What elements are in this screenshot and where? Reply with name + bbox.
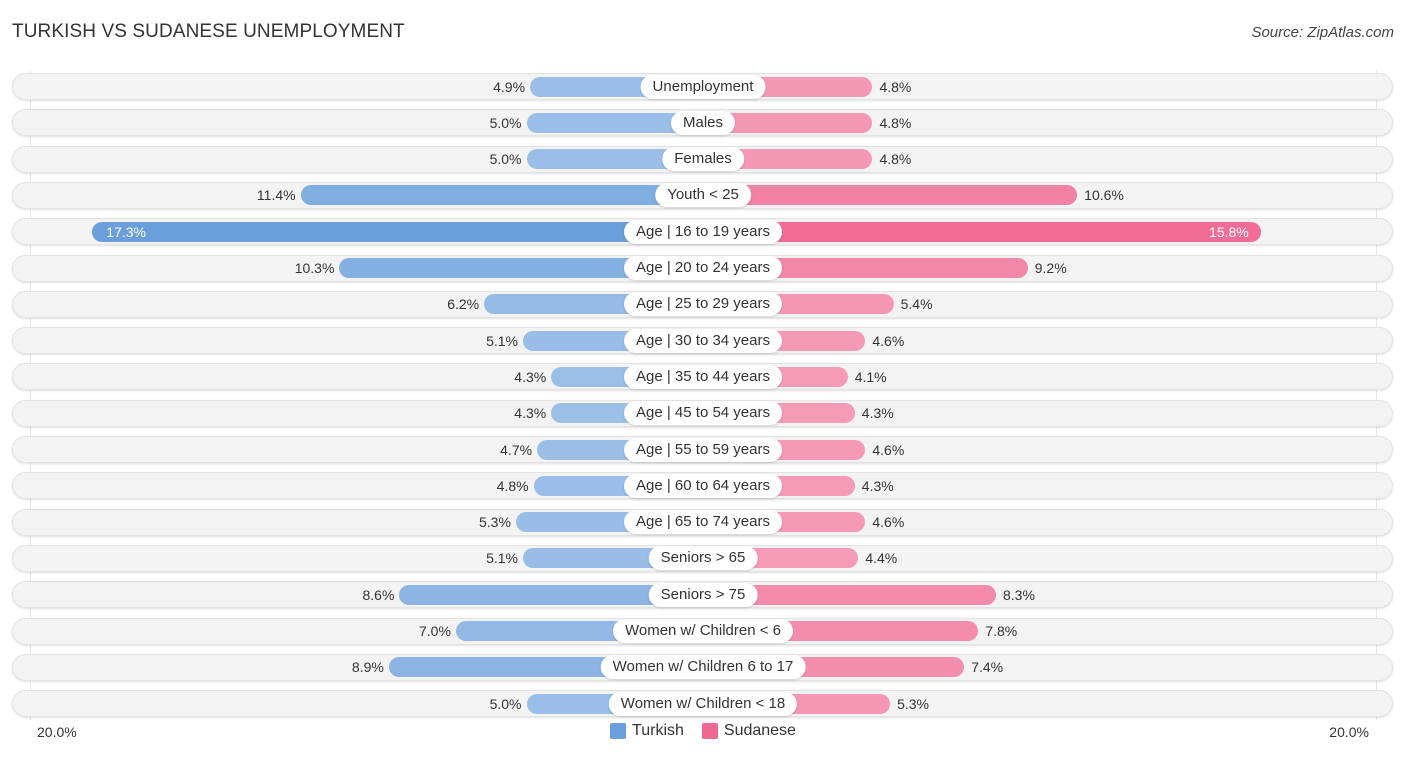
legend-swatch-turkish (610, 723, 627, 739)
category-label: Age | 55 to 59 years (624, 437, 782, 462)
value-label-sudanese: 4.3% (861, 477, 894, 494)
value-label-turkish: 4.8% (496, 477, 529, 494)
legend-item-turkish[interactable]: Turkish (610, 722, 684, 740)
category-label: Males (670, 110, 736, 135)
value-label-turkish: 4.7% (500, 441, 533, 458)
legend-label-turkish: Turkish (632, 722, 684, 739)
value-label-sudanese: 8.3% (1002, 586, 1035, 603)
value-label-sudanese: 4.6% (872, 332, 905, 349)
category-label: Age | 35 to 44 years (624, 364, 782, 389)
category-label: Age | 20 to 24 years (624, 256, 782, 280)
category-label: Women w/ Children < 18 (608, 691, 798, 716)
value-label-turkish: 6.2% (447, 296, 480, 313)
value-label-sudanese: 4.8% (879, 78, 912, 95)
category-label: Women w/ Children < 6 (612, 619, 794, 643)
value-label-turkish: 4.3% (514, 405, 547, 422)
value-label-sudanese: 4.4% (865, 550, 898, 567)
value-label-sudanese: 4.3% (861, 405, 894, 422)
category-label: Age | 65 to 74 years (624, 510, 782, 535)
value-label-sudanese: 4.6% (872, 441, 905, 458)
value-label-sudanese: 5.3% (897, 695, 929, 712)
value-label-sudanese: 4.8% (879, 151, 912, 168)
bar-sudanese[interactable] (703, 185, 1078, 206)
value-label-sudanese: 15.8% (1209, 223, 1249, 240)
value-label-sudanese: 7.8% (985, 623, 1018, 639)
value-label-turkish: 5.0% (489, 151, 522, 168)
legend-item-sudanese[interactable]: Sudanese (701, 722, 796, 740)
category-label: Age | 45 to 54 years (624, 401, 782, 426)
category-label: Unemployment (640, 74, 766, 99)
legend-swatch-sudanese (701, 723, 718, 739)
bar-turkish[interactable] (92, 221, 703, 242)
value-label-turkish: 5.1% (486, 550, 518, 567)
value-label-turkish: 17.3% (106, 223, 146, 240)
value-label-turkish: 11.4% (256, 187, 296, 204)
legend: Turkish Sudanese (0, 722, 1406, 740)
chart-rows: 4.9% 4.8% Unemployment 5.0% 4.8% Males 5.0% 4.8… (0, 0, 1406, 757)
value-label-turkish: 4.3% (514, 368, 547, 385)
value-label-turkish: 7.0% (418, 623, 451, 639)
category-label: Age | 16 to 19 years (624, 219, 782, 244)
value-label-turkish: 8.6% (362, 586, 395, 603)
value-label-turkish: 5.0% (489, 114, 522, 131)
value-label-turkish: 5.3% (479, 514, 511, 531)
category-label: Seniors > 75 (648, 582, 758, 607)
value-label-turkish: 5.1% (486, 332, 518, 349)
category-label: Age | 25 to 29 years (624, 292, 782, 317)
value-label-turkish: 8.9% (351, 659, 384, 676)
category-label: Females (662, 147, 744, 172)
value-label-turkish: 10.3% (294, 260, 335, 276)
value-label-sudanese: 9.2% (1034, 260, 1067, 276)
category-label: Age | 30 to 34 years (624, 328, 782, 353)
category-label: Seniors > 65 (648, 546, 758, 571)
legend-label-sudanese: Sudanese (723, 722, 796, 739)
category-label: Age | 60 to 64 years (624, 473, 782, 498)
bar-turkish[interactable] (300, 185, 703, 206)
value-label-sudanese: 5.4% (900, 296, 933, 313)
category-label: Women w/ Children 6 to 17 (600, 655, 806, 680)
value-label-sudanese: 4.8% (879, 114, 912, 131)
value-label-turkish: 5.0% (489, 695, 522, 712)
bar-sudanese[interactable] (703, 221, 1261, 242)
value-label-sudanese: 7.4% (971, 659, 1004, 676)
value-label-sudanese: 4.1% (854, 368, 887, 385)
category-label: Youth < 25 (655, 183, 751, 208)
value-label-sudanese: 4.6% (872, 514, 905, 531)
value-label-sudanese: 10.6% (1084, 187, 1124, 204)
value-label-turkish: 4.9% (493, 78, 526, 95)
